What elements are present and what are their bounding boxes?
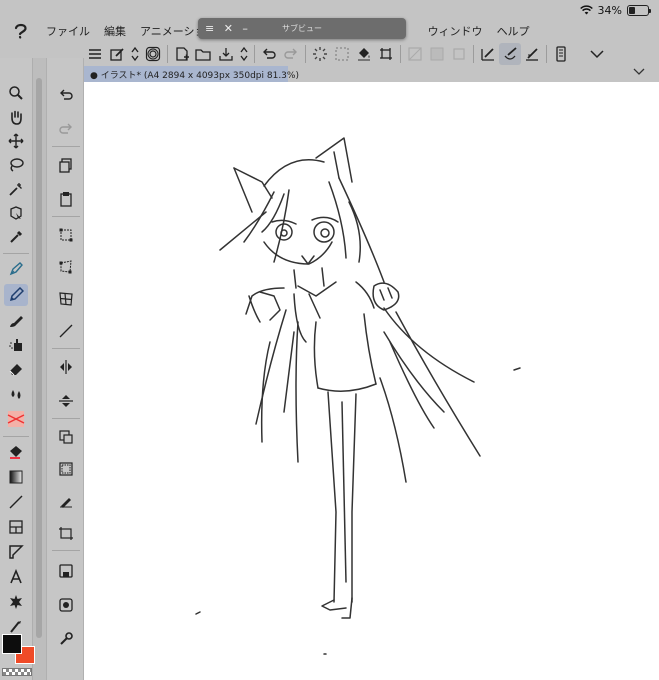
grid-snap-icon[interactable] xyxy=(521,43,543,65)
status-bar: 34% xyxy=(579,3,651,17)
frame-border-icon[interactable] xyxy=(4,516,28,538)
transparent-color-swatch[interactable] xyxy=(2,668,32,676)
menu-help[interactable]: ヘルプ xyxy=(497,23,530,39)
separator xyxy=(254,45,255,63)
convert-selection-icon[interactable] xyxy=(54,458,78,480)
transform-icon[interactable] xyxy=(54,224,78,246)
command-bar xyxy=(84,42,659,66)
separator xyxy=(52,146,80,147)
separator xyxy=(473,45,474,63)
fill-bucket-icon[interactable] xyxy=(353,43,375,65)
battery-icon xyxy=(627,4,651,16)
stepper-icon[interactable] xyxy=(128,43,142,65)
separator xyxy=(546,45,547,63)
move-icon[interactable] xyxy=(4,130,28,152)
clear-outside-icon[interactable] xyxy=(426,43,448,65)
separator xyxy=(52,418,80,419)
menu-edit[interactable]: 編集 xyxy=(104,23,126,39)
save-icon[interactable] xyxy=(54,560,78,582)
canvas-tab-row: ● イラスト* (A4 2894 x 4093px 350dpi 81.3%) xyxy=(84,66,659,82)
brush-icon[interactable] xyxy=(4,310,28,332)
clip-studio-logo-icon[interactable] xyxy=(10,20,32,42)
separator xyxy=(305,45,306,63)
menu-window[interactable]: ウィンドウ xyxy=(428,23,483,39)
copy-icon[interactable] xyxy=(54,154,78,176)
clip-studio-app: 34% ファイル 編集 アニメーショ ウィンドウ ヘルプ ≡ ✕ – サブビュー xyxy=(0,0,659,680)
undo-icon[interactable] xyxy=(54,84,78,106)
device-icon[interactable] xyxy=(550,43,572,65)
redo-icon[interactable] xyxy=(280,43,302,65)
line-figure-icon[interactable] xyxy=(4,491,28,513)
subview-panel-bar[interactable]: ≡ ✕ – サブビュー xyxy=(198,18,406,39)
object-select-icon[interactable] xyxy=(4,202,28,224)
separator xyxy=(3,436,29,437)
separator xyxy=(3,253,29,254)
crop-icon[interactable] xyxy=(375,43,397,65)
deco-icon[interactable] xyxy=(4,408,28,430)
magic-wand-icon[interactable] xyxy=(4,178,28,200)
balloon-icon[interactable] xyxy=(4,591,28,613)
straight-line-icon[interactable] xyxy=(54,320,78,342)
flip-vertical-icon[interactable] xyxy=(54,390,78,412)
text-icon[interactable] xyxy=(4,566,28,588)
wifi-icon xyxy=(579,5,593,15)
layer-icon[interactable] xyxy=(331,43,353,65)
save-file-icon[interactable] xyxy=(215,43,237,65)
chevron-down-icon[interactable] xyxy=(633,68,645,76)
drawing-canvas[interactable] xyxy=(84,82,659,680)
fill-layer-icon[interactable] xyxy=(448,43,470,65)
mesh-icon[interactable] xyxy=(54,288,78,310)
crop-icon[interactable] xyxy=(54,522,78,544)
menu-icon[interactable] xyxy=(84,43,106,65)
ruler-icon[interactable] xyxy=(4,541,28,563)
zoom-icon[interactable] xyxy=(4,82,28,104)
settings-icon[interactable] xyxy=(54,628,78,650)
menu-animation[interactable]: アニメーショ xyxy=(140,23,206,39)
separator xyxy=(52,216,80,217)
separator xyxy=(52,550,80,551)
blend-icon[interactable] xyxy=(4,383,28,405)
paste-icon[interactable] xyxy=(54,188,78,210)
lasso-select-icon[interactable] xyxy=(4,154,28,176)
subview-title: サブビュー xyxy=(282,24,322,33)
layer-edit-icon[interactable] xyxy=(106,43,128,65)
pen-icon[interactable] xyxy=(4,258,28,280)
new-file-icon[interactable] xyxy=(171,43,193,65)
open-folder-icon[interactable] xyxy=(193,43,215,65)
loading-icon[interactable] xyxy=(309,43,331,65)
chevron-down-icon[interactable] xyxy=(586,43,608,65)
battery-percent: 34% xyxy=(597,3,622,17)
scroll-thumb[interactable] xyxy=(36,78,42,638)
main-color-swatch[interactable] xyxy=(2,634,22,654)
clear-selection-icon[interactable] xyxy=(54,426,78,448)
pencil-icon[interactable] xyxy=(4,284,28,306)
tool-scrollbar[interactable] xyxy=(32,58,46,680)
eraser-icon[interactable] xyxy=(4,358,28,380)
airbrush-icon[interactable] xyxy=(4,334,28,356)
spiral-icon[interactable] xyxy=(142,43,164,65)
color-indicator[interactable] xyxy=(2,634,36,666)
separator xyxy=(52,348,80,349)
undo-icon[interactable] xyxy=(258,43,280,65)
ruler-snap-icon[interactable] xyxy=(477,43,499,65)
separator xyxy=(400,45,401,63)
gradient-icon[interactable] xyxy=(4,466,28,488)
fill-selection-icon[interactable] xyxy=(54,490,78,512)
tool-palette xyxy=(0,58,32,680)
clear-layer-icon[interactable] xyxy=(404,43,426,65)
special-ruler-snap-icon[interactable] xyxy=(499,43,521,65)
separator xyxy=(167,45,168,63)
canvas-tab[interactable]: ● イラスト* (A4 2894 x 4093px 350dpi 81.3%) xyxy=(84,66,299,82)
command-palette xyxy=(46,58,84,680)
character-sketch xyxy=(195,137,521,655)
free-transform-icon[interactable] xyxy=(54,256,78,278)
record-icon[interactable] xyxy=(54,594,78,616)
flip-horizontal-icon[interactable] xyxy=(54,356,78,378)
fill-icon[interactable] xyxy=(4,441,28,463)
hand-icon[interactable] xyxy=(4,106,28,128)
stepper-icon-2[interactable] xyxy=(237,43,251,65)
redo-icon[interactable] xyxy=(54,118,78,140)
eyedropper-icon[interactable] xyxy=(4,226,28,248)
menu-file[interactable]: ファイル xyxy=(46,23,90,39)
